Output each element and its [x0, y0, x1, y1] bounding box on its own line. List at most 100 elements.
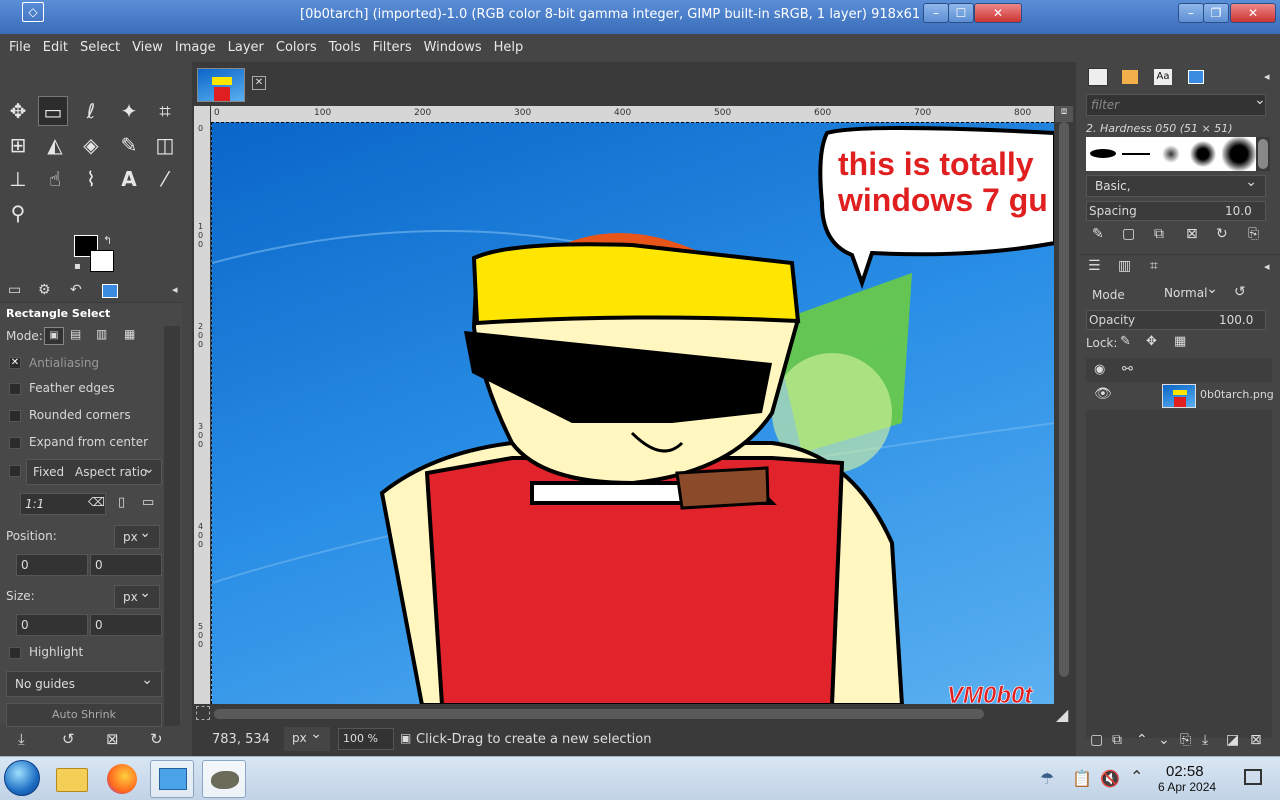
size-height-input[interactable]: 0 [90, 614, 162, 636]
portrait-icon[interactable]: ▯ [118, 495, 125, 510]
anchor-layer-icon[interactable]: ⤓ [1202, 732, 1208, 748]
duplicate-layer-icon[interactable]: ⎘ [1180, 732, 1191, 748]
configure-tab-icon[interactable]: ◂ [172, 283, 178, 296]
close-button[interactable]: ✕ [974, 3, 1022, 23]
tool-options-tab-icon[interactable]: ▭ [8, 282, 21, 298]
color-picker-icon[interactable]: ⁄ [150, 164, 180, 194]
menu-tools[interactable]: Tools [323, 34, 367, 62]
close-image-tab-icon[interactable]: ✕ [252, 76, 266, 90]
layer-mask-icon[interactable]: ◪ [1226, 732, 1239, 748]
file-manager-icon[interactable] [50, 760, 94, 798]
lower-layer-icon[interactable]: ⌄ [1158, 732, 1170, 748]
brush-filter-input[interactable]: filter [1086, 94, 1266, 116]
volume-muted-icon[interactable]: 🔇 [1100, 769, 1120, 788]
lock-alpha-icon[interactable]: ▦ [1174, 334, 1186, 349]
image-canvas[interactable]: this is totally windows 7 gu VM0b0t [211, 122, 1054, 704]
fixed-aspect-dropdown[interactable]: Fixed Aspect ratio ⌄ [26, 459, 162, 485]
device-status-tab-icon[interactable]: ⚙ [38, 282, 51, 298]
brush-preview-selected[interactable] [1222, 137, 1256, 171]
gimp-app-icon[interactable]: ◇ [22, 2, 44, 22]
default-colors-icon[interactable]: ▪ [74, 261, 81, 272]
show-desktop-icon[interactable] [1244, 769, 1262, 785]
zoom-tool-icon[interactable]: ⚲ [3, 198, 33, 228]
mode-replace-icon[interactable]: ▣ [44, 327, 64, 345]
refresh-brushes-icon[interactable]: ↻ [1216, 226, 1228, 242]
rounded-corners-checkbox[interactable] [9, 410, 21, 422]
clock-date[interactable]: 6 Apr 2024 [1158, 780, 1216, 794]
highlight-checkbox[interactable] [9, 647, 21, 659]
expand-center-checkbox[interactable] [9, 437, 21, 449]
image-tab-thumbnail[interactable] [197, 68, 245, 102]
panel-scrollbar[interactable] [164, 326, 180, 726]
clone-tool-icon[interactable]: ⊥ [3, 164, 33, 194]
undo-history-tab-icon[interactable]: ↶ [70, 282, 82, 298]
zoom-image-icon[interactable]: ◢ [1056, 705, 1068, 724]
bucket-fill-icon[interactable]: ◈ [76, 130, 106, 160]
brush-as-image-icon[interactable]: ⎘ [1248, 226, 1259, 242]
menu-layer[interactable]: Layer [222, 34, 270, 62]
menu-image[interactable]: Image [169, 34, 222, 62]
background-color-swatch[interactable] [90, 250, 114, 272]
layers-tab-icon[interactable]: ☰ [1088, 258, 1101, 274]
zoom-level-input[interactable]: 100 % [338, 728, 394, 750]
menu-edit[interactable]: Edit [37, 34, 74, 62]
brush-preview[interactable] [1122, 153, 1150, 155]
position-x-input[interactable]: 0 [16, 554, 88, 576]
firefox-icon[interactable] [100, 760, 144, 798]
fuzzy-select-tool-icon[interactable]: ✦ [114, 96, 144, 126]
save-options-icon[interactable]: ⤓ [18, 730, 25, 748]
new-brush-icon[interactable]: ▢ [1122, 226, 1135, 242]
mode-intersect-icon[interactable]: ▦ [124, 327, 135, 341]
navigate-icon[interactable]: ⧈ [1055, 106, 1073, 122]
paths-tool-icon[interactable]: ⌇ [76, 164, 106, 194]
edit-brush-icon[interactable]: ✎ [1092, 226, 1104, 242]
crop-tool-icon[interactable]: ⌗ [150, 96, 180, 126]
guides-dropdown[interactable]: No guides [6, 668, 162, 697]
menu-file[interactable]: File [3, 34, 37, 62]
rect-select-tool-icon[interactable]: ▭ [38, 96, 68, 126]
position-y-input[interactable]: 0 [90, 554, 162, 576]
canvas-vertical-scrollbar[interactable] [1056, 122, 1072, 704]
menu-colors[interactable]: Colors [270, 34, 323, 62]
brush-preview[interactable] [1090, 149, 1116, 158]
auto-shrink-button[interactable]: Auto Shrink [6, 703, 162, 727]
layer-opacity-slider[interactable]: Opacity 100.0 [1086, 310, 1266, 330]
lasso-tool-icon[interactable]: ℓ [76, 96, 106, 126]
maximize-button[interactable]: ☐ [948, 3, 974, 23]
outer-close-button[interactable]: ✕ [1230, 3, 1276, 23]
reset-options-icon[interactable]: ↻ [150, 730, 163, 748]
menu-help[interactable]: Help [488, 34, 530, 62]
brush-preset-dropdown[interactable]: Basic, [1086, 172, 1266, 197]
menu-view[interactable]: View [126, 34, 169, 62]
clock-time[interactable]: 02:58 [1166, 763, 1204, 780]
duplicate-brush-icon[interactable]: ⧉ [1154, 226, 1164, 242]
fonts-tab-icon[interactable]: Aa [1154, 69, 1172, 85]
canvas-horizontal-scrollbar[interactable] [212, 706, 1055, 722]
channels-tab-icon[interactable]: ▥ [1118, 258, 1131, 274]
delete-options-icon[interactable]: ⊠ [106, 730, 119, 748]
spacing-slider[interactable]: Spacing 10.0 [1086, 201, 1266, 221]
configure-layers-tab-icon[interactable]: ◂ [1264, 260, 1270, 273]
raise-layer-icon[interactable]: ⌃ [1136, 732, 1148, 748]
mode-subtract-icon[interactable]: ▥ [96, 327, 107, 341]
layer-row[interactable]: 👁 0b0tarch.png [1086, 382, 1274, 410]
menu-windows[interactable]: Windows [418, 34, 488, 62]
new-layer-group-icon[interactable]: ⧉ [1112, 732, 1122, 748]
delete-layer-icon[interactable]: ⊠ [1250, 732, 1262, 748]
gimp-taskbar-icon[interactable] [202, 760, 246, 798]
antialiasing-checkbox[interactable]: ✕ [9, 357, 21, 369]
menu-select[interactable]: Select [74, 34, 126, 62]
brushes-tab-icon[interactable] [1088, 68, 1108, 86]
notification-icon[interactable]: ☂ [1040, 769, 1054, 788]
mode-switch-icon[interactable]: ↺ [1234, 284, 1246, 300]
outer-minimize-button[interactable]: – [1178, 3, 1204, 23]
quick-mask-icon[interactable] [196, 706, 210, 720]
mode-add-icon[interactable]: ▤ [70, 327, 81, 341]
clipboard-icon[interactable]: 📋 [1072, 769, 1092, 788]
document-history-tab-icon[interactable] [1188, 70, 1204, 84]
move-tool-icon[interactable]: ✥ [3, 96, 33, 126]
size-unit-dropdown[interactable]: px [114, 582, 160, 609]
images-tab-icon[interactable] [102, 284, 118, 298]
swap-colors-icon[interactable]: ↰ [103, 234, 112, 247]
tray-expand-icon[interactable]: ⌃ [1130, 767, 1143, 786]
